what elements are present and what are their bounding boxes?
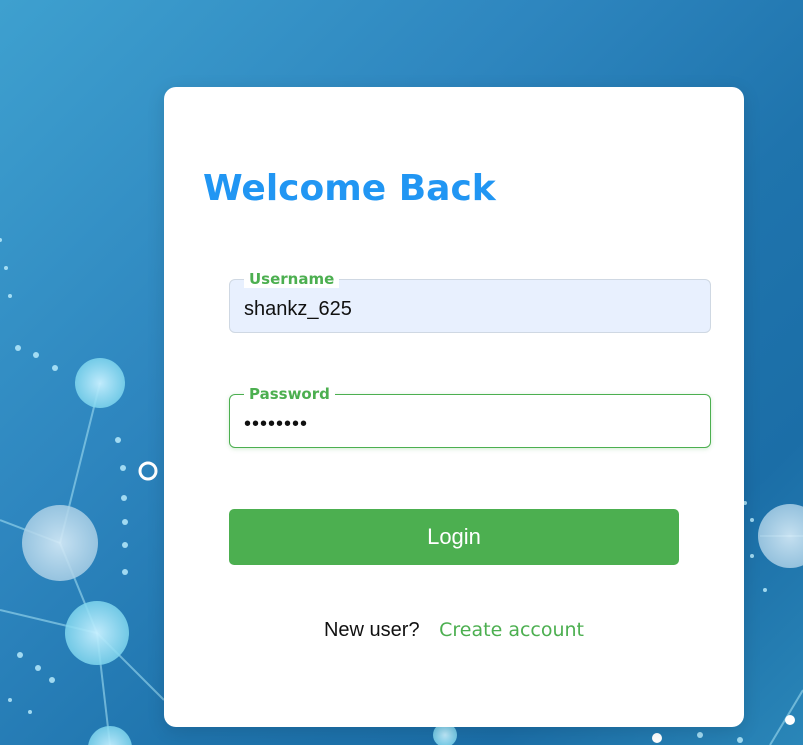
username-label: Username (244, 271, 340, 288)
login-card: Welcome Back Username Password Login New… (164, 87, 744, 727)
login-button[interactable]: Login (229, 509, 679, 565)
password-label: Password (244, 386, 335, 403)
signup-row: New user? Create account (164, 619, 744, 642)
username-field[interactable]: Username (229, 271, 711, 333)
signup-prompt: New user? (323, 619, 420, 641)
password-field[interactable]: Password (229, 386, 711, 448)
page-title: Welcome Back (203, 168, 496, 209)
create-account-link[interactable]: Create account (439, 619, 584, 641)
